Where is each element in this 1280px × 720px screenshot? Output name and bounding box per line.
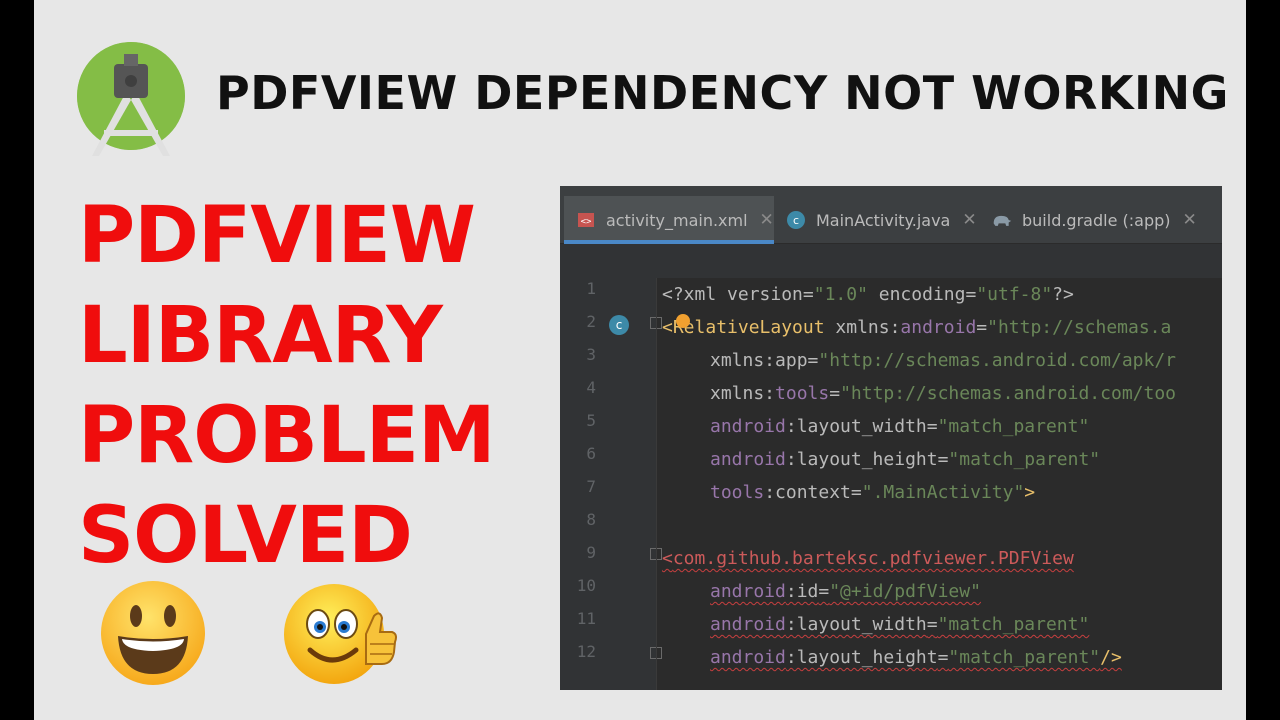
- red-title-line: SOLVED: [78, 491, 413, 581]
- svg-text:c: c: [793, 214, 799, 227]
- close-icon[interactable]: ✕: [1183, 210, 1197, 230]
- code-line: xmlns:tools="http://schemas.android.com/…: [710, 383, 1177, 404]
- line-number-gutter: 1 2 3 4 5 6 7 8 9 10 11 12 c: [560, 278, 662, 690]
- code-line: android:layout_height="match_parent"/>: [710, 647, 1122, 668]
- tab-build-gradle[interactable]: build.gradle (:app) ✕: [992, 196, 1222, 244]
- red-title: PDFVIEW LIBRARY PROBLEM SOLVED: [78, 186, 518, 586]
- tab-label: build.gradle (:app): [1022, 210, 1171, 230]
- line-number: 12: [576, 642, 596, 661]
- line-number: 11: [576, 609, 596, 628]
- red-title-line: LIBRARY: [78, 291, 443, 381]
- tab-activity-main-xml[interactable]: <> activity_main.xml ✕: [564, 196, 774, 244]
- code-line: android:layout_width="match_parent": [710, 416, 1090, 437]
- line-number: 10: [576, 576, 596, 595]
- svg-text:<>: <>: [581, 217, 592, 227]
- code-line: xmlns:app="http://schemas.android.com/ap…: [710, 350, 1177, 371]
- tab-main-activity-java[interactable]: c MainActivity.java ✕: [786, 196, 977, 244]
- android-studio-logo-icon: [77, 42, 185, 156]
- code-line: tools:context=".MainActivity">: [710, 482, 1036, 503]
- gutter-divider: [656, 278, 657, 690]
- svg-text:c: c: [616, 318, 623, 332]
- tab-label: MainActivity.java: [816, 210, 951, 230]
- gradle-elephant-icon: [992, 210, 1012, 230]
- code-line: android:layout_width="match_parent": [710, 614, 1090, 635]
- line-number: 9: [586, 543, 596, 562]
- code-line: <com.github.barteksc.pdfviewer.PDFView: [662, 548, 1074, 569]
- xml-file-icon: <>: [576, 210, 596, 230]
- thumbs-up-smiley-emoji-icon: [284, 584, 397, 684]
- code-line: <?xml version="1.0" encoding="utf-8"?>: [662, 284, 1074, 305]
- code-line: android:layout_height="match_parent": [710, 449, 1101, 470]
- red-title-line: PROBLEM: [78, 391, 496, 481]
- line-number: 2: [586, 312, 596, 331]
- code-line: android:id="@+id/pdfView": [710, 581, 981, 602]
- java-class-icon: c: [786, 210, 806, 230]
- editor-header-bar: [560, 244, 1222, 278]
- red-title-line: PDFVIEW: [78, 191, 476, 281]
- close-icon[interactable]: ✕: [760, 210, 774, 230]
- video-frame: PDFVIEW DEPENDENCY NOT WORKING PDFVIEW L…: [0, 0, 1280, 720]
- tab-label: activity_main.xml: [606, 210, 748, 230]
- grinning-face-emoji-icon: [101, 581, 205, 685]
- class-gutter-icon[interactable]: c: [608, 314, 630, 336]
- ide-toolbar-strip: [560, 186, 1222, 196]
- editor-tab-bar: <> activity_main.xml ✕ c MainActivity.ja…: [560, 196, 1222, 244]
- line-number: 7: [586, 477, 596, 496]
- ide-editor-panel: <> activity_main.xml ✕ c MainActivity.ja…: [560, 186, 1222, 690]
- code-line: <RelativeLayout xmlns:android="http://sc…: [662, 317, 1172, 338]
- line-number: 3: [586, 345, 596, 364]
- change-indicator-dot: [676, 314, 690, 328]
- line-number: 6: [586, 444, 596, 463]
- line-number: 4: [586, 378, 596, 397]
- line-number: 5: [586, 411, 596, 430]
- thumbnail: PDFVIEW DEPENDENCY NOT WORKING PDFVIEW L…: [34, 0, 1246, 720]
- line-number: 1: [586, 279, 596, 298]
- line-number: 8: [586, 510, 596, 529]
- headline: PDFVIEW DEPENDENCY NOT WORKING: [216, 66, 1229, 120]
- close-icon[interactable]: ✕: [962, 210, 976, 230]
